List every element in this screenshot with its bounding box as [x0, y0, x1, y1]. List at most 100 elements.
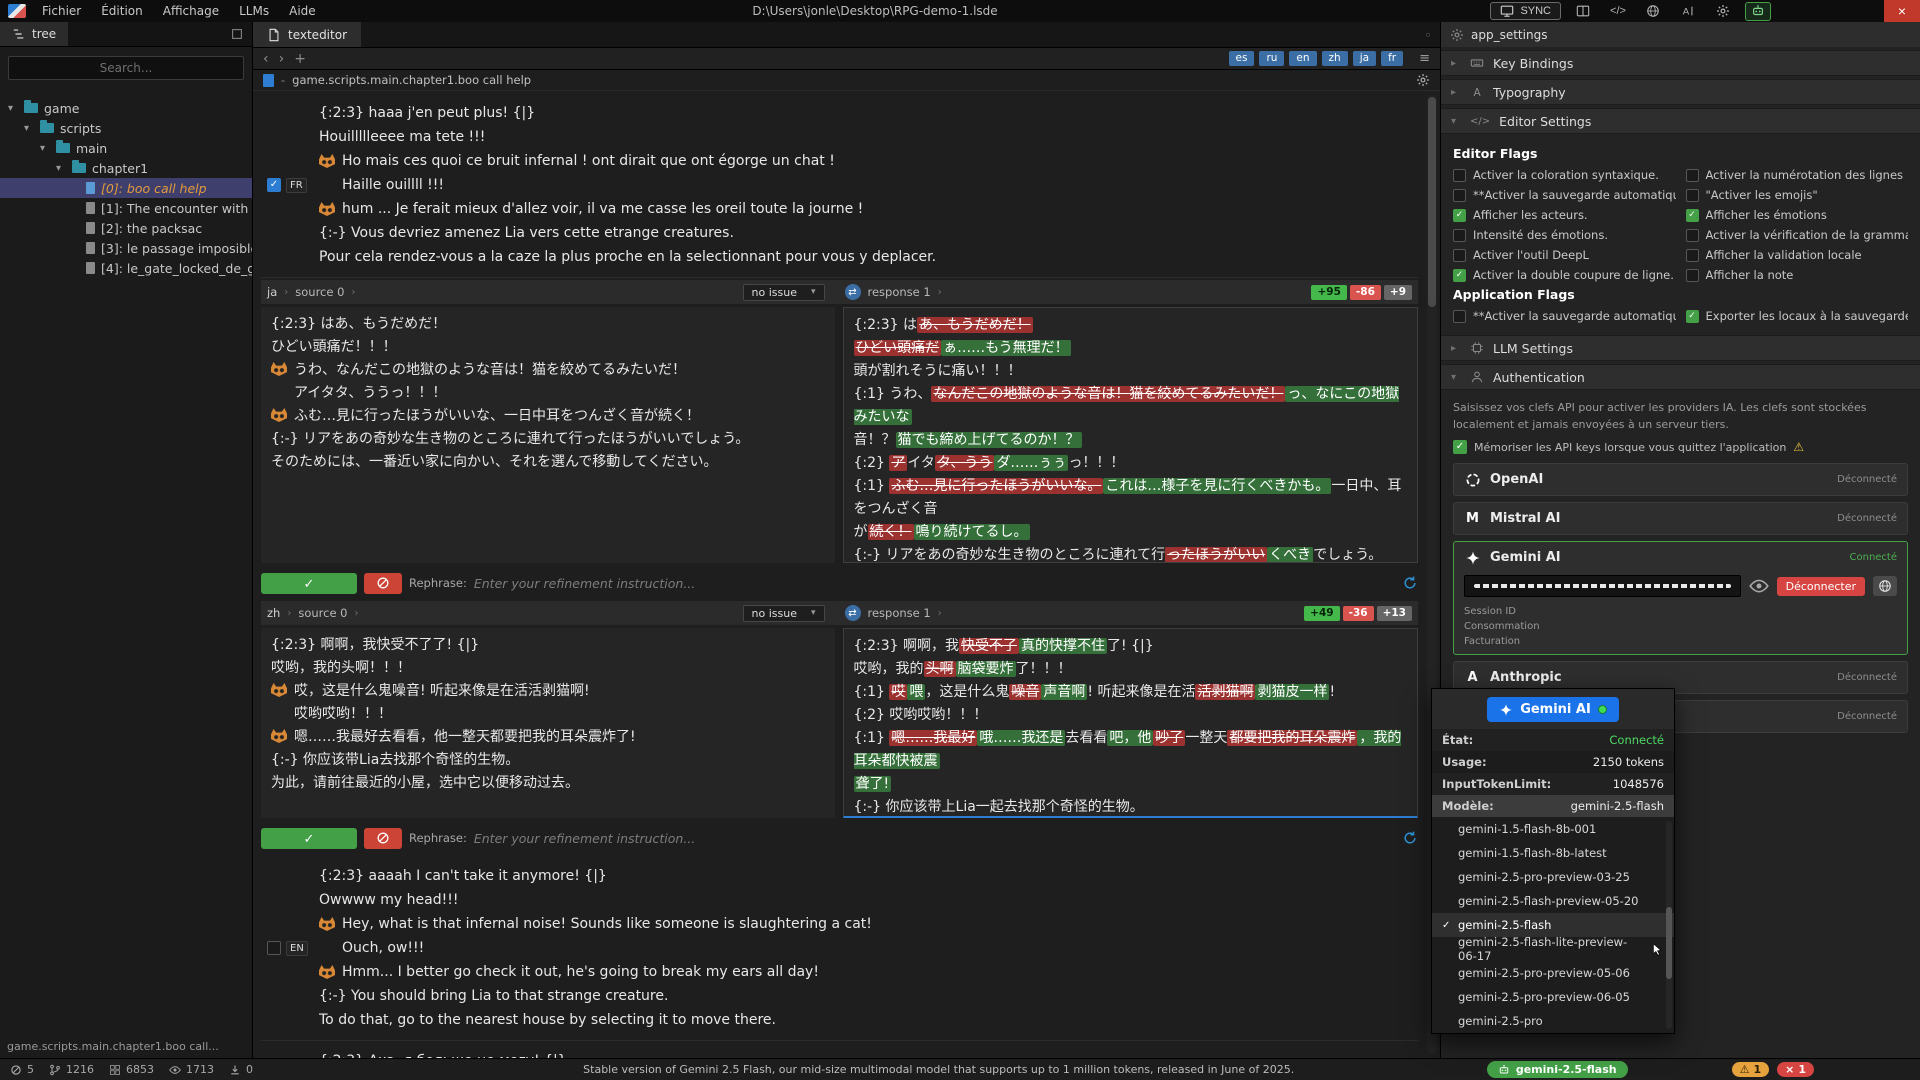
error-count-badge[interactable]: × 1 — [1777, 1062, 1814, 1077]
popup-scrollbar-thumb[interactable] — [1666, 907, 1672, 979]
popup-scrollbar[interactable] — [1666, 821, 1672, 1029]
section-typography[interactable]: ▸ A Typography — [1441, 79, 1920, 105]
zh-response-pane[interactable]: {:2:3} 啊啊，我快受不了真的快撑不住了! {|}哎哟，我的头啊脑袋要炸了！… — [843, 628, 1419, 818]
tree-tab[interactable]: tree — [0, 22, 68, 46]
ja-response-pane[interactable]: {:2:3} はあ、もうだめだ！ひどい頭痛だぁ……もう無理だ！頭が割れそうに痛い… — [843, 307, 1419, 563]
checkbox[interactable] — [1453, 189, 1466, 202]
robot-assistant-icon[interactable] — [1745, 2, 1771, 21]
model-option-gemini-2-5-flash[interactable]: ✓gemini-2.5-flash — [1432, 913, 1674, 937]
nav-back-icon[interactable]: ‹ — [263, 52, 269, 66]
checkbox[interactable] — [1453, 249, 1466, 262]
checkbox[interactable]: ✓ — [1453, 269, 1466, 282]
zh-response-crumb[interactable]: response 1 — [868, 606, 931, 620]
window-close-button[interactable]: × — [1884, 0, 1920, 22]
checkbox[interactable] — [1453, 310, 1466, 323]
provider-link-consommation[interactable]: Consommation — [1464, 621, 1897, 632]
sync-button[interactable]: SYNC — [1490, 2, 1561, 20]
setting-afficher-les-motions[interactable]: ✓Afficher les émotions — [1686, 208, 1909, 222]
model-option-gemini-1-5-flash-8b-latest[interactable]: gemini-1.5-flash-8b-latest — [1432, 841, 1674, 865]
checkbox[interactable] — [1686, 229, 1699, 242]
globe-icon[interactable] — [1640, 2, 1666, 21]
api-key-field[interactable] — [1464, 575, 1741, 597]
menu-fichier[interactable]: Fichier — [32, 0, 91, 22]
section-key-bindings[interactable]: ▸ Key Bindings — [1441, 50, 1920, 76]
popup-row-modele[interactable]: Modèle: gemini-2.5-flash — [1432, 795, 1674, 817]
setting-activer-la-num-rotation-des-lignes[interactable]: Activer la numérotation des lignes — [1686, 168, 1909, 182]
checkbox[interactable] — [1453, 169, 1466, 182]
warning-count-badge[interactable]: ⚠ 1 — [1732, 1062, 1770, 1077]
provider-link-facturation[interactable]: Facturation — [1464, 636, 1897, 647]
model-option-gemini-2-5-pro-preview-05-06[interactable]: gemini-2.5-pro-preview-05-06 — [1432, 961, 1674, 985]
panel-restore-icon[interactable] — [230, 27, 244, 41]
zh-issue-dropdown[interactable]: no issue ▾ — [743, 605, 825, 622]
zh-reject-button[interactable] — [364, 828, 402, 849]
remember-keys-checkbox[interactable]: ✓ — [1453, 440, 1467, 454]
tree-item-the-packsac[interactable]: [2]: the packsac — [0, 218, 252, 238]
tree-folder-main[interactable]: ▾main — [0, 138, 252, 158]
code-icon[interactable]: </> — [1605, 2, 1631, 21]
ja-refresh-icon[interactable] — [1402, 575, 1418, 591]
provider-openai[interactable]: OpenAI Déconnecté — [1453, 463, 1908, 496]
en-checkbox[interactable] — [267, 941, 281, 955]
setting-afficher-la-validation-locale[interactable]: Afficher la validation locale — [1686, 248, 1909, 262]
menu-llms[interactable]: LLMs — [229, 0, 279, 22]
gear-icon[interactable] — [1710, 2, 1736, 21]
nav-add-icon[interactable]: + — [294, 52, 306, 66]
checkbox[interactable] — [1686, 189, 1699, 202]
ja-accept-button[interactable]: ✓ — [261, 573, 357, 594]
menu-affichage[interactable]: Affichage — [153, 0, 229, 22]
fr-checkbox[interactable]: ✓ — [267, 178, 281, 192]
checkbox[interactable] — [1686, 249, 1699, 262]
provider-link-session-id[interactable]: Session ID — [1464, 606, 1897, 617]
zh-source-pane[interactable]: {:2:3} 啊啊，我快受不了了! {|}哎哟，我的头啊！！！哎，这是什么鬼噪音… — [261, 628, 835, 818]
checkbox[interactable] — [1686, 269, 1699, 282]
layout-columns-icon[interactable] — [1570, 2, 1596, 21]
tree-item-le-gate-locked-de-gr[interactable]: [4]: le_gate_locked_de_gr... — [0, 258, 252, 278]
ja-rephrase-input[interactable] — [474, 576, 1395, 591]
tree-folder-chapter1[interactable]: ▾chapter1 — [0, 158, 252, 178]
lang-badge-ru[interactable]: ru — [1259, 51, 1284, 66]
setting-activer-les-emojis[interactable]: "Activer les emojis" — [1686, 188, 1909, 202]
tree-item-the-encounter-with-b[interactable]: [1]: The encounter with B... — [0, 198, 252, 218]
menu-dition[interactable]: Édition — [91, 0, 153, 22]
tree-search-input[interactable] — [8, 56, 244, 80]
lang-badge-ja[interactable]: ja — [1353, 51, 1376, 66]
breadcrumb[interactable]: game.scripts.main.chapter1.boo call help — [292, 73, 531, 87]
zh-refresh-icon[interactable] — [1402, 830, 1418, 846]
zh-source-crumb[interactable]: source 0 — [298, 606, 347, 620]
lang-badge-es[interactable]: es — [1229, 51, 1255, 66]
ja-source-pane[interactable]: {:2:3} はあ、もうだめだ！ひどい頭痛だ！！！うわ、なんだこの地獄のような音… — [261, 307, 835, 563]
zh-accept-button[interactable]: ✓ — [261, 828, 357, 849]
section-authentication[interactable]: ▾ Authentication — [1441, 364, 1920, 390]
lang-badge-zh[interactable]: zh — [1322, 51, 1348, 66]
setting-activer-la-sauvegarde-automatique[interactable]: **Activer la sauvegarde automatique** — [1453, 188, 1676, 202]
eye-icon[interactable] — [1749, 576, 1769, 596]
tree-folder-scripts[interactable]: ▾scripts — [0, 118, 252, 138]
model-option-gemini-1-5-flash-8b-001[interactable]: gemini-1.5-flash-8b-001 — [1432, 817, 1674, 841]
tree-item-boo-call-help[interactable]: [0]: boo call help — [0, 178, 252, 198]
lang-badge-en[interactable]: en — [1289, 51, 1316, 66]
setting-intensit-des-motions[interactable]: Intensité des émotions. — [1453, 228, 1676, 242]
menu-aide[interactable]: Aide — [279, 0, 326, 22]
checkbox[interactable] — [1686, 169, 1699, 182]
scrollbar-thumb[interactable] — [1428, 97, 1436, 307]
checkbox[interactable]: ✓ — [1453, 209, 1466, 222]
section-llm-settings[interactable]: ▸ LLM Settings — [1441, 335, 1920, 361]
editor-restore-icon[interactable] — [1426, 28, 1440, 42]
setting-afficher-les-acteurs[interactable]: ✓Afficher les acteurs. — [1453, 208, 1676, 222]
ja-reject-button[interactable] — [364, 573, 402, 594]
tree-item-le-passage-imposible[interactable]: [3]: le passage imposible — [0, 238, 252, 258]
zh-response-sync-icon[interactable]: ⇄ — [845, 605, 861, 621]
setting-activer-la-coloration-syntaxique[interactable]: Activer la coloration syntaxique. — [1453, 168, 1676, 182]
lang-badge-fr[interactable]: fr — [1381, 51, 1403, 66]
model-option-gemini-2-5-pro-preview-03-25[interactable]: gemini-2.5-pro-preview-03-25 — [1432, 865, 1674, 889]
model-option-gemini-2-5-pro[interactable]: gemini-2.5-pro — [1432, 1009, 1674, 1033]
model-option-gemini-2-5-pro-preview-06-05[interactable]: gemini-2.5-pro-preview-06-05 — [1432, 985, 1674, 1009]
ja-source-crumb[interactable]: source 0 — [295, 285, 344, 299]
checkbox[interactable]: ✓ — [1686, 209, 1699, 222]
model-option-gemini-2-5-flash-preview-05-20[interactable]: gemini-2.5-flash-preview-05-20 — [1432, 889, 1674, 913]
provider-gemini[interactable]: Gemini AI Connecté Déconnecter Session I… — [1453, 541, 1908, 655]
translate-icon[interactable]: A — [1675, 2, 1701, 21]
model-option-gemini-2-5-flash-lite-preview-06-17[interactable]: gemini-2.5-flash-lite-preview-06-17 — [1432, 937, 1674, 961]
entry-settings-gear-icon[interactable] — [1416, 73, 1430, 87]
